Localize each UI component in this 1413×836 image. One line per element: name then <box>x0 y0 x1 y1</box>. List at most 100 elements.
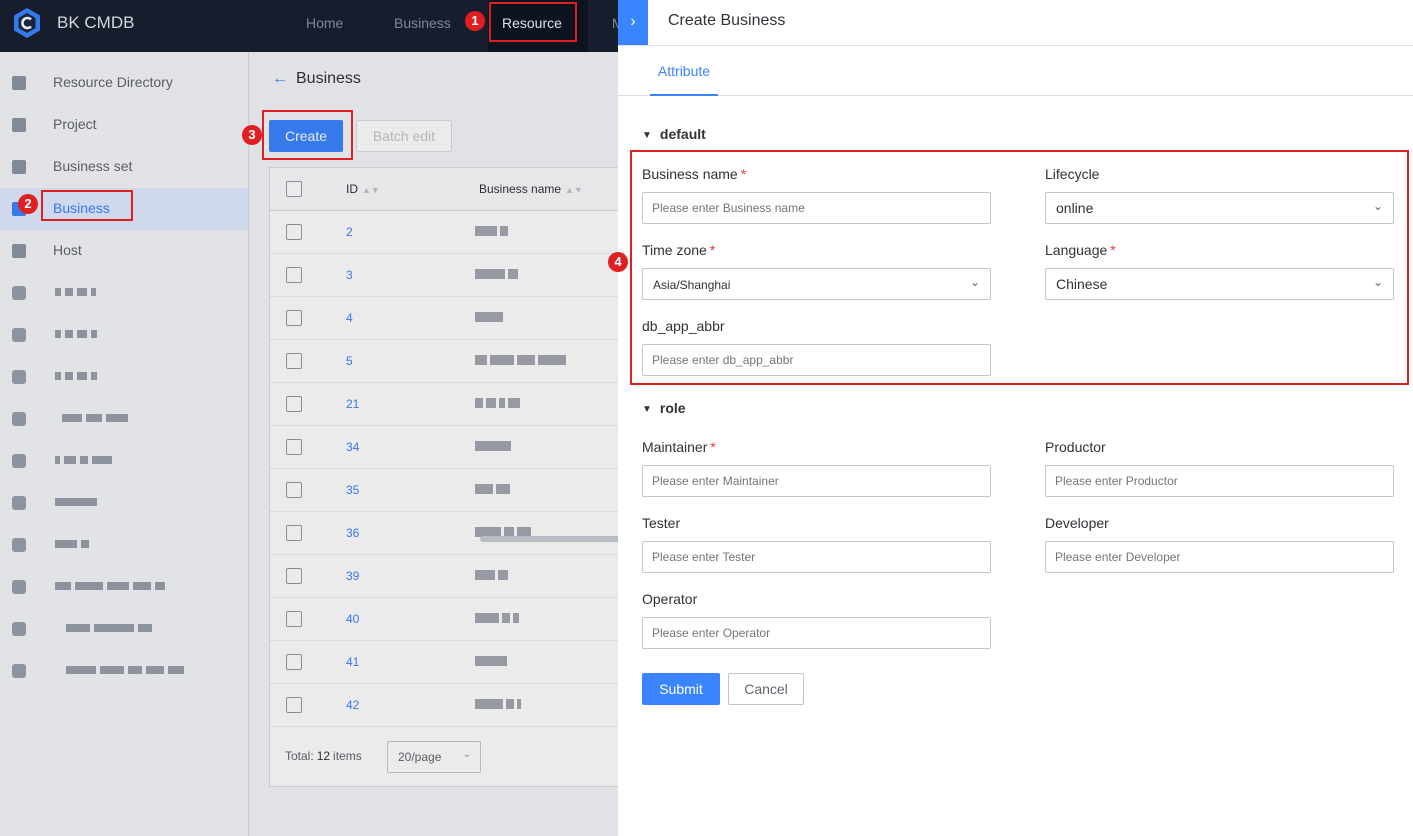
row-checkbox[interactable] <box>286 697 302 713</box>
row-checkbox[interactable] <box>286 396 302 412</box>
sidebar-item-blurred[interactable] <box>0 524 248 566</box>
row-checkbox[interactable] <box>286 310 302 326</box>
row-checkbox[interactable] <box>286 224 302 240</box>
row-checkbox[interactable] <box>286 525 302 541</box>
lifecycle-label: Lifecycle <box>1045 166 1100 182</box>
table-row[interactable]: 3 <box>270 254 619 297</box>
table-row[interactable]: 36 <box>270 512 619 555</box>
table-row[interactable]: 5 <box>270 340 619 383</box>
table-row[interactable]: 39 <box>270 555 619 598</box>
table-row[interactable]: 34 <box>270 426 619 469</box>
table-row[interactable]: 2 <box>270 211 619 254</box>
sidebar-item-blurred[interactable] <box>0 650 248 692</box>
group-default-title: default <box>659 126 706 142</box>
collapse-panel-button[interactable]: › <box>618 0 648 45</box>
row-id-link[interactable]: 4 <box>346 311 353 325</box>
db-app-abbr-label: db_app_abbr <box>642 318 725 334</box>
blurred-business-name <box>475 269 518 281</box>
row-id-link[interactable]: 34 <box>346 440 359 454</box>
chevron-down-icon: ⌄ <box>1372 275 1383 289</box>
sidebar-item-blurred[interactable] <box>0 314 248 356</box>
row-checkbox[interactable] <box>286 353 302 369</box>
tester-input[interactable] <box>642 541 991 573</box>
create-button[interactable]: Create <box>269 120 343 152</box>
nav-home[interactable]: Home <box>306 15 343 31</box>
row-id-link[interactable]: 21 <box>346 397 359 411</box>
group-default-header[interactable]: ▼ default <box>642 126 706 142</box>
row-id-link[interactable]: 5 <box>346 354 353 368</box>
operator-input[interactable] <box>642 617 991 649</box>
model-icon <box>12 454 26 468</box>
row-checkbox[interactable] <box>286 439 302 455</box>
grid-icon <box>12 76 26 90</box>
row-id-link[interactable]: 2 <box>346 225 353 239</box>
group-role-header[interactable]: ▼ role <box>642 400 686 416</box>
time-zone-label: Time zone * <box>642 242 715 258</box>
sort-icon[interactable]: ▲▼ <box>565 185 583 195</box>
table-row[interactable]: 4 <box>270 297 619 340</box>
column-header-id[interactable]: ID ▲▼ <box>346 182 380 196</box>
lifecycle-value: online <box>1056 200 1094 216</box>
nav-resource[interactable]: Resource <box>502 15 562 31</box>
row-checkbox[interactable] <box>286 654 302 670</box>
column-header-business-name[interactable]: Business name ▲▼ <box>479 182 583 196</box>
sidebar-item-business-set[interactable]: Business set <box>0 146 248 188</box>
sidebar-item-project[interactable]: Project <box>0 104 248 146</box>
blurred-business-name <box>475 312 503 324</box>
total-label: Total: <box>285 749 314 763</box>
table-row[interactable]: 41 <box>270 641 619 684</box>
lifecycle-select[interactable]: online ⌄ <box>1045 192 1394 224</box>
language-select[interactable]: Chinese ⌄ <box>1045 268 1394 300</box>
row-id-link[interactable]: 40 <box>346 612 359 626</box>
page-size-select[interactable]: 20/page ⌄ <box>387 741 481 773</box>
row-id-link[interactable]: 35 <box>346 483 359 497</box>
row-id-link[interactable]: 41 <box>346 655 359 669</box>
model-icon <box>12 286 26 300</box>
select-all-checkbox[interactable] <box>286 181 302 197</box>
batch-edit-button[interactable]: Batch edit <box>356 120 452 152</box>
db-app-abbr-input[interactable] <box>642 344 991 376</box>
table-row[interactable]: 35 <box>270 469 619 512</box>
sort-icon[interactable]: ▲▼ <box>362 185 380 195</box>
back-arrow-icon[interactable]: ← <box>272 70 288 88</box>
table-row[interactable]: 21 <box>270 383 619 426</box>
business-name-input[interactable] <box>642 192 991 224</box>
create-business-panel: Create Business › Attribute ▼ default Bus… <box>618 0 1413 836</box>
submit-button[interactable]: Submit <box>642 673 720 705</box>
sidebar-item-blurred[interactable] <box>0 482 248 524</box>
row-checkbox[interactable] <box>286 568 302 584</box>
language-label: Language * <box>1045 242 1116 258</box>
model-icon <box>12 664 26 678</box>
sidebar-item-blurred[interactable] <box>0 272 248 314</box>
row-id-link[interactable]: 36 <box>346 526 359 540</box>
sidebar-item-blurred[interactable] <box>0 566 248 608</box>
developer-input[interactable] <box>1045 541 1394 573</box>
row-checkbox[interactable] <box>286 482 302 498</box>
sidebar-item-blurred[interactable] <box>0 608 248 650</box>
sidebar-item-blurred[interactable] <box>0 356 248 398</box>
row-checkbox[interactable] <box>286 611 302 627</box>
model-icon <box>12 412 26 426</box>
sidebar-item-business[interactable]: Business <box>0 188 248 230</box>
table-row[interactable]: 40 <box>270 598 619 641</box>
main-content: ← Business Create Batch edit ID ▲▼ Busine… <box>249 52 622 836</box>
sidebar-item-host[interactable]: Host <box>0 230 248 272</box>
sidebar-item-blurred[interactable] <box>0 440 248 482</box>
tab-attribute[interactable]: Attribute <box>650 46 718 96</box>
maintainer-input[interactable] <box>642 465 991 497</box>
row-id-link[interactable]: 42 <box>346 698 359 712</box>
sidebar-item-resource-directory[interactable]: Resource Directory <box>0 62 248 104</box>
total-count: 12 <box>316 749 331 763</box>
table-row[interactable]: 42 <box>270 684 619 727</box>
row-id-link[interactable]: 39 <box>346 569 359 583</box>
row-id-link[interactable]: 3 <box>346 268 353 282</box>
nav-business[interactable]: Business <box>394 15 451 31</box>
horizontal-scrollbar[interactable] <box>480 536 622 542</box>
cancel-button[interactable]: Cancel <box>728 673 804 705</box>
time-zone-select[interactable]: Asia/Shanghai ⌄ <box>642 268 991 300</box>
language-value: Chinese <box>1056 276 1108 292</box>
productor-input[interactable] <box>1045 465 1394 497</box>
blurred-label <box>55 540 89 550</box>
sidebar-item-blurred[interactable] <box>0 398 248 440</box>
row-checkbox[interactable] <box>286 267 302 283</box>
